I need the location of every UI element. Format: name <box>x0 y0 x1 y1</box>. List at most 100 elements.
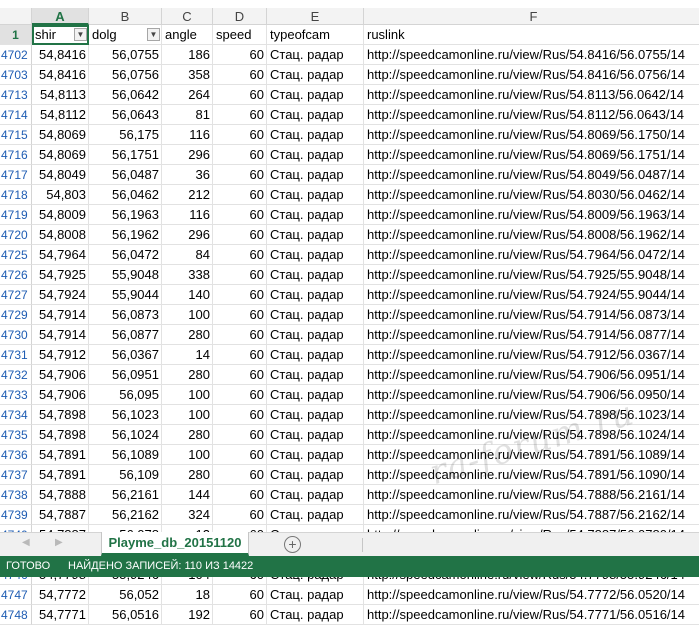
cell-speed[interactable]: 60 <box>213 345 267 365</box>
cell-ruslink[interactable]: http://speedcamonline.ru/view/Rus/54.800… <box>364 225 699 245</box>
cell-ruslink[interactable]: http://speedcamonline.ru/view/Rus/54.792… <box>364 265 699 285</box>
cell-angle[interactable]: 280 <box>162 365 213 385</box>
row-header[interactable]: 4727 <box>0 285 32 305</box>
cell-angle[interactable]: 212 <box>162 185 213 205</box>
cell-dolg[interactable]: 56,2162 <box>89 505 162 525</box>
cell-typeofcam[interactable]: Стац. радар <box>267 325 364 345</box>
cell-shir[interactable]: 54,7924 <box>32 285 89 305</box>
cell-dolg[interactable]: 56,1962 <box>89 225 162 245</box>
cell-dolg[interactable]: 56,0487 <box>89 165 162 185</box>
cell-shir[interactable]: 54,8069 <box>32 145 89 165</box>
row-header[interactable]: 4732 <box>0 365 32 385</box>
cell-shir[interactable]: 54,7891 <box>32 445 89 465</box>
cell-angle[interactable]: 100 <box>162 445 213 465</box>
row-header[interactable]: 4716 <box>0 145 32 165</box>
cell-angle[interactable]: 358 <box>162 65 213 85</box>
row-header[interactable]: 4719 <box>0 205 32 225</box>
cell-dolg[interactable]: 55,9048 <box>89 265 162 285</box>
cell-dolg[interactable]: 56,0643 <box>89 105 162 125</box>
tab-scroll-right-icon[interactable]: ▶ <box>55 537 63 548</box>
cell-speed[interactable]: 60 <box>213 65 267 85</box>
cell-ruslink[interactable]: http://speedcamonline.ru/view/Rus/54.788… <box>364 505 699 525</box>
cell-shir[interactable]: 54,7891 <box>32 465 89 485</box>
cell-speed[interactable]: 60 <box>213 445 267 465</box>
cell-typeofcam[interactable]: Стац. радар <box>267 125 364 145</box>
sheet-tab-active[interactable]: Playme_db_20151120 <box>101 532 249 556</box>
cell-shir[interactable]: 54,8069 <box>32 125 89 145</box>
cell-typeofcam[interactable]: Стац. радар <box>267 445 364 465</box>
cell-ruslink[interactable]: http://speedcamonline.ru/view/Rus/54.788… <box>364 485 699 505</box>
header-cell-typeofcam[interactable]: typeofcam <box>267 25 364 45</box>
cell-dolg[interactable]: 56,0462 <box>89 185 162 205</box>
column-header-b[interactable]: B <box>89 8 162 25</box>
cell-speed[interactable]: 60 <box>213 405 267 425</box>
cell-dolg[interactable]: 56,1751 <box>89 145 162 165</box>
cell-speed[interactable]: 60 <box>213 365 267 385</box>
cell-dolg[interactable]: 56,2161 <box>89 485 162 505</box>
cell-ruslink[interactable]: http://speedcamonline.ru/view/Rus/54.789… <box>364 445 699 465</box>
cell-ruslink[interactable]: http://speedcamonline.ru/view/Rus/54.800… <box>364 205 699 225</box>
cell-ruslink[interactable]: http://speedcamonline.ru/view/Rus/54.777… <box>364 585 699 605</box>
select-all-corner[interactable] <box>0 8 32 25</box>
cell-speed[interactable]: 60 <box>213 125 267 145</box>
cell-angle[interactable]: 338 <box>162 265 213 285</box>
cell-ruslink[interactable]: http://speedcamonline.ru/view/Rus/54.796… <box>364 245 699 265</box>
cell-dolg[interactable]: 56,052 <box>89 585 162 605</box>
row-header[interactable]: 4735 <box>0 425 32 445</box>
row-header[interactable]: 4703 <box>0 65 32 85</box>
cell-typeofcam[interactable]: Стац. радар <box>267 305 364 325</box>
cell-shir[interactable]: 54,7964 <box>32 245 89 265</box>
cell-ruslink[interactable]: http://speedcamonline.ru/view/Rus/54.806… <box>364 125 699 145</box>
cell-typeofcam[interactable]: Стац. радар <box>267 385 364 405</box>
cell-dolg[interactable]: 56,0951 <box>89 365 162 385</box>
cell-typeofcam[interactable]: Стац. радар <box>267 185 364 205</box>
cell-typeofcam[interactable]: Стац. радар <box>267 225 364 245</box>
cell-angle[interactable]: 36 <box>162 165 213 185</box>
row-header[interactable]: 4715 <box>0 125 32 145</box>
cell-ruslink[interactable]: http://speedcamonline.ru/view/Rus/54.790… <box>364 385 699 405</box>
cell-shir[interactable]: 54,7771 <box>32 605 89 625</box>
cell-ruslink[interactable]: http://speedcamonline.ru/view/Rus/54.789… <box>364 425 699 445</box>
cell-speed[interactable]: 60 <box>213 425 267 445</box>
cell-ruslink[interactable]: http://speedcamonline.ru/view/Rus/54.792… <box>364 285 699 305</box>
cell-shir[interactable]: 54,8009 <box>32 205 89 225</box>
filter-dropdown-icon[interactable]: ▼ <box>147 28 160 41</box>
cell-angle[interactable]: 280 <box>162 465 213 485</box>
row-header-1[interactable]: 1 <box>0 25 32 45</box>
row-header[interactable]: 4736 <box>0 445 32 465</box>
tab-divider[interactable] <box>362 538 363 552</box>
cell-angle[interactable]: 100 <box>162 405 213 425</box>
cell-typeofcam[interactable]: Стац. радар <box>267 345 364 365</box>
cell-shir[interactable]: 54,7898 <box>32 405 89 425</box>
row-header[interactable]: 4713 <box>0 85 32 105</box>
cell-typeofcam[interactable]: Стац. радар <box>267 205 364 225</box>
cell-ruslink[interactable]: http://speedcamonline.ru/view/Rus/54.777… <box>364 605 699 625</box>
cell-shir[interactable]: 54,7898 <box>32 425 89 445</box>
cell-angle[interactable]: 18 <box>162 585 213 605</box>
column-header-d[interactable]: D <box>213 8 267 25</box>
tab-scroll-left-icon[interactable]: ◀ <box>22 537 30 548</box>
header-cell-speed[interactable]: speed <box>213 25 267 45</box>
cell-shir[interactable]: 54,8008 <box>32 225 89 245</box>
cell-angle[interactable]: 14 <box>162 345 213 365</box>
cell-typeofcam[interactable]: Стац. радар <box>267 425 364 445</box>
cell-angle[interactable]: 84 <box>162 245 213 265</box>
header-cell-shir[interactable]: shir <box>32 25 89 45</box>
cell-ruslink[interactable]: http://speedcamonline.ru/view/Rus/54.841… <box>364 65 699 85</box>
cell-speed[interactable]: 60 <box>213 605 267 625</box>
cell-typeofcam[interactable]: Стац. радар <box>267 65 364 85</box>
cell-speed[interactable]: 60 <box>213 145 267 165</box>
cell-angle[interactable]: 186 <box>162 45 213 65</box>
cell-dolg[interactable]: 56,0755 <box>89 45 162 65</box>
cell-ruslink[interactable]: http://speedcamonline.ru/view/Rus/54.791… <box>364 305 699 325</box>
cell-dolg[interactable]: 56,0367 <box>89 345 162 365</box>
cell-ruslink[interactable]: http://speedcamonline.ru/view/Rus/54.811… <box>364 105 699 125</box>
header-cell-ruslink[interactable]: ruslink <box>364 25 699 45</box>
cell-angle[interactable]: 264 <box>162 85 213 105</box>
cell-dolg[interactable]: 56,0873 <box>89 305 162 325</box>
cell-angle[interactable]: 280 <box>162 425 213 445</box>
cell-ruslink[interactable]: http://speedcamonline.ru/view/Rus/54.791… <box>364 345 699 365</box>
cell-shir[interactable]: 54,7912 <box>32 345 89 365</box>
cell-angle[interactable]: 100 <box>162 385 213 405</box>
cell-angle[interactable]: 296 <box>162 145 213 165</box>
